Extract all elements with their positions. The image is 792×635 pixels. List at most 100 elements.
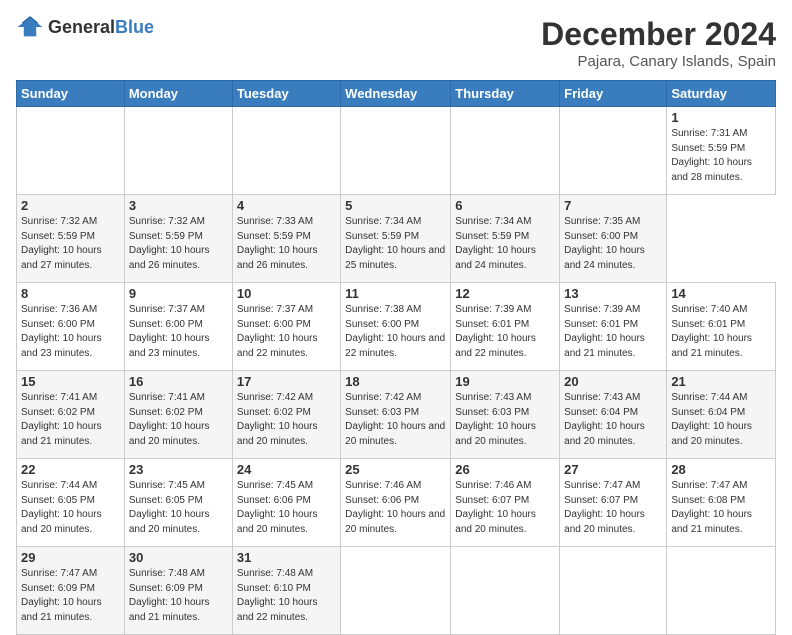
month-title: December 2024 bbox=[541, 16, 776, 53]
calendar-day-23: 23 Sunrise: 7:45 AMSunset: 6:05 PMDayligh… bbox=[124, 459, 232, 547]
day-number: 12 bbox=[455, 286, 555, 301]
day-number: 30 bbox=[129, 550, 228, 565]
day-info: Sunrise: 7:46 AMSunset: 6:06 PMDaylight:… bbox=[345, 479, 446, 537]
calendar-header-row: SundayMondayTuesdayWednesdayThursdayFrid… bbox=[17, 81, 776, 107]
day-info: Sunrise: 7:46 AMSunset: 6:07 PMDaylight:… bbox=[455, 479, 555, 537]
day-info: Sunrise: 7:41 AMSunset: 6:02 PMDaylight:… bbox=[21, 391, 120, 449]
day-number: 31 bbox=[237, 550, 336, 565]
calendar-day-9: 9Sunrise: 7:37 AMSunset: 6:00 PMDaylight… bbox=[124, 283, 232, 371]
page-header: GeneralBlue December 2024 Pajara, Canary… bbox=[16, 16, 776, 70]
day-info: Sunrise: 7:39 AMSunset: 6:01 PMDaylight:… bbox=[455, 303, 555, 361]
calendar-day-31: 31Sunrise: 7:48 AMSunset: 6:10 PMDayligh… bbox=[232, 547, 340, 635]
calendar-week-6: 29Sunrise: 7:47 AMSunset: 6:09 PMDayligh… bbox=[17, 547, 776, 635]
day-info: Sunrise: 7:33 AMSunset: 5:59 PMDaylight:… bbox=[237, 215, 336, 273]
day-number: 23 bbox=[129, 462, 228, 477]
calendar-day-7: 7 Sunrise: 7:35 AMSunset: 6:00 PMDaylight… bbox=[560, 195, 667, 283]
calendar-header-monday: Monday bbox=[124, 81, 232, 107]
day-number: 14 bbox=[671, 286, 771, 301]
calendar-week-4: 15 Sunrise: 7:41 AMSunset: 6:02 PMDayligh… bbox=[17, 371, 776, 459]
day-number: 11 bbox=[345, 286, 446, 301]
day-info: Sunrise: 7:45 AMSunset: 6:05 PMDaylight:… bbox=[129, 479, 228, 537]
day-number: 19 bbox=[455, 374, 555, 389]
calendar-header-wednesday: Wednesday bbox=[341, 81, 451, 107]
calendar-week-2: 2 Sunrise: 7:32 AMSunset: 5:59 PMDaylight… bbox=[17, 195, 776, 283]
day-number: 20 bbox=[564, 374, 662, 389]
calendar-day-15: 15 Sunrise: 7:41 AMSunset: 6:02 PMDayligh… bbox=[17, 371, 125, 459]
logo-wordmark: GeneralBlue bbox=[48, 17, 154, 38]
location-title: Pajara, Canary Islands, Spain bbox=[541, 53, 776, 70]
day-number: 18 bbox=[345, 374, 446, 389]
calendar-day-26: 26 Sunrise: 7:46 AMSunset: 6:07 PMDayligh… bbox=[451, 459, 560, 547]
day-info: Sunrise: 7:39 AMSunset: 6:01 PMDaylight:… bbox=[564, 303, 662, 361]
day-info: Sunrise: 7:35 AMSunset: 6:00 PMDaylight:… bbox=[564, 215, 662, 273]
calendar-header-sunday: Sunday bbox=[17, 81, 125, 107]
logo-blue: Blue bbox=[115, 17, 154, 37]
day-number: 6 bbox=[455, 198, 555, 213]
calendar-day-2: 2 Sunrise: 7:32 AMSunset: 5:59 PMDaylight… bbox=[17, 195, 125, 283]
day-info: Sunrise: 7:34 AMSunset: 5:59 PMDaylight:… bbox=[345, 215, 446, 273]
day-info: Sunrise: 7:47 AMSunset: 6:07 PMDaylight:… bbox=[564, 479, 662, 537]
calendar-day-8: 8 Sunrise: 7:36 AMSunset: 6:00 PMDaylight… bbox=[17, 283, 125, 371]
calendar-day-13: 13 Sunrise: 7:39 AMSunset: 6:01 PMDayligh… bbox=[560, 283, 667, 371]
day-number: 24 bbox=[237, 462, 336, 477]
day-info: Sunrise: 7:34 AMSunset: 5:59 PMDaylight:… bbox=[455, 215, 555, 273]
day-number: 8 bbox=[21, 286, 120, 301]
day-info: Sunrise: 7:43 AMSunset: 6:04 PMDaylight:… bbox=[564, 391, 662, 449]
calendar-day-4: 4 Sunrise: 7:33 AMSunset: 5:59 PMDaylight… bbox=[232, 195, 340, 283]
day-number: 21 bbox=[671, 374, 771, 389]
day-number: 16 bbox=[129, 374, 228, 389]
calendar-day-29: 29Sunrise: 7:47 AMSunset: 6:09 PMDayligh… bbox=[17, 547, 125, 635]
day-number: 17 bbox=[237, 374, 336, 389]
calendar-header-thursday: Thursday bbox=[451, 81, 560, 107]
calendar-header-saturday: Saturday bbox=[667, 81, 776, 107]
day-number: 2 bbox=[21, 198, 120, 213]
calendar-day-30: 30 Sunrise: 7:48 AMSunset: 6:09 PMDayligh… bbox=[124, 547, 232, 635]
day-number: 13 bbox=[564, 286, 662, 301]
empty-cell bbox=[560, 107, 667, 195]
logo-general: General bbox=[48, 17, 115, 37]
day-number: 4 bbox=[237, 198, 336, 213]
calendar-day-22: 22Sunrise: 7:44 AMSunset: 6:05 PMDayligh… bbox=[17, 459, 125, 547]
calendar-header-tuesday: Tuesday bbox=[232, 81, 340, 107]
day-number: 3 bbox=[129, 198, 228, 213]
calendar-day-12: 12 Sunrise: 7:39 AMSunset: 6:01 PMDayligh… bbox=[451, 283, 560, 371]
day-number: 5 bbox=[345, 198, 446, 213]
day-number: 26 bbox=[455, 462, 555, 477]
empty-cell bbox=[560, 547, 667, 635]
calendar-day-25: 25Sunrise: 7:46 AMSunset: 6:06 PMDayligh… bbox=[341, 459, 451, 547]
day-info: Sunrise: 7:32 AMSunset: 5:59 PMDaylight:… bbox=[129, 215, 228, 273]
calendar-day-10: 10Sunrise: 7:37 AMSunset: 6:00 PMDayligh… bbox=[232, 283, 340, 371]
day-number: 7 bbox=[564, 198, 662, 213]
empty-cell bbox=[341, 547, 451, 635]
day-number: 27 bbox=[564, 462, 662, 477]
day-info: Sunrise: 7:36 AMSunset: 6:00 PMDaylight:… bbox=[21, 303, 120, 361]
calendar-week-1: 1Sunrise: 7:31 AMSunset: 5:59 PMDaylight… bbox=[17, 107, 776, 195]
calendar-header-friday: Friday bbox=[560, 81, 667, 107]
day-number: 15 bbox=[21, 374, 120, 389]
logo-icon bbox=[16, 16, 44, 38]
day-info: Sunrise: 7:42 AMSunset: 6:02 PMDaylight:… bbox=[237, 391, 336, 449]
day-number: 9 bbox=[129, 286, 228, 301]
day-info: Sunrise: 7:38 AMSunset: 6:00 PMDaylight:… bbox=[345, 303, 446, 361]
day-info: Sunrise: 7:41 AMSunset: 6:02 PMDaylight:… bbox=[129, 391, 228, 449]
day-info: Sunrise: 7:47 AMSunset: 6:09 PMDaylight:… bbox=[21, 567, 120, 625]
empty-cell bbox=[451, 107, 560, 195]
day-number: 22 bbox=[21, 462, 120, 477]
calendar-day-19: 19 Sunrise: 7:43 AMSunset: 6:03 PMDayligh… bbox=[451, 371, 560, 459]
day-info: Sunrise: 7:43 AMSunset: 6:03 PMDaylight:… bbox=[455, 391, 555, 449]
empty-cell bbox=[667, 547, 776, 635]
calendar-day-11: 11 Sunrise: 7:38 AMSunset: 6:00 PMDayligh… bbox=[341, 283, 451, 371]
empty-cell bbox=[17, 107, 125, 195]
calendar-day-14: 14Sunrise: 7:40 AMSunset: 6:01 PMDayligh… bbox=[667, 283, 776, 371]
calendar-day-1: 1Sunrise: 7:31 AMSunset: 5:59 PMDaylight… bbox=[667, 107, 776, 195]
day-info: Sunrise: 7:32 AMSunset: 5:59 PMDaylight:… bbox=[21, 215, 120, 273]
calendar-day-16: 16 Sunrise: 7:41 AMSunset: 6:02 PMDayligh… bbox=[124, 371, 232, 459]
calendar-week-3: 8 Sunrise: 7:36 AMSunset: 6:00 PMDaylight… bbox=[17, 283, 776, 371]
day-info: Sunrise: 7:37 AMSunset: 6:00 PMDaylight:… bbox=[237, 303, 336, 361]
calendar-day-6: 6 Sunrise: 7:34 AMSunset: 5:59 PMDaylight… bbox=[451, 195, 560, 283]
day-info: Sunrise: 7:45 AMSunset: 6:06 PMDaylight:… bbox=[237, 479, 336, 537]
day-info: Sunrise: 7:31 AMSunset: 5:59 PMDaylight:… bbox=[671, 127, 771, 185]
day-info: Sunrise: 7:48 AMSunset: 6:09 PMDaylight:… bbox=[129, 567, 228, 625]
day-number: 28 bbox=[671, 462, 771, 477]
day-info: Sunrise: 7:42 AMSunset: 6:03 PMDaylight:… bbox=[345, 391, 446, 449]
